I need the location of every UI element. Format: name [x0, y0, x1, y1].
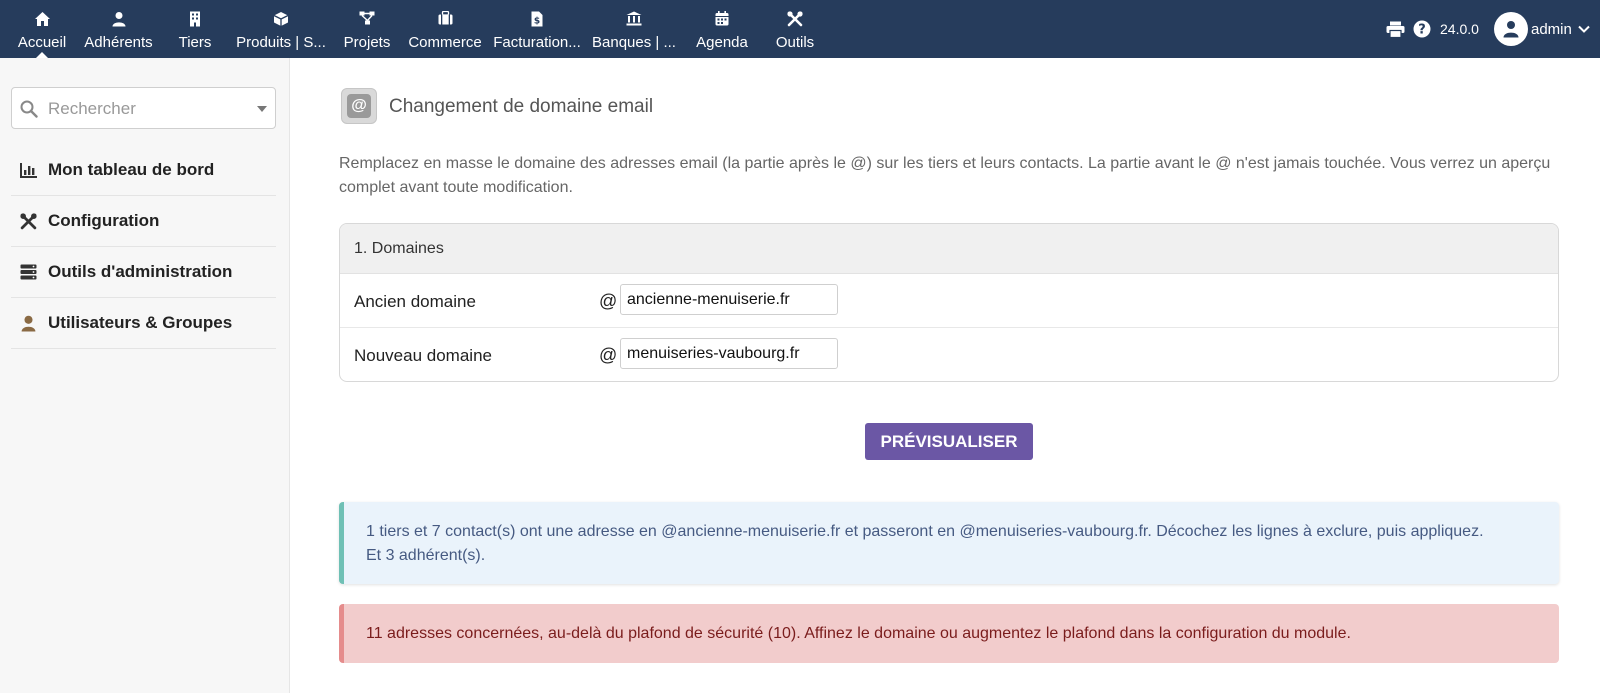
sitemap-icon [339, 11, 395, 27]
old-domain-row: Ancien domaine @ [340, 274, 1558, 328]
danger-alert-text: 11 adresses concernées, au-delà du plafo… [366, 625, 1351, 642]
calendar-icon [693, 11, 751, 27]
dropdown-arrow-icon[interactable] [257, 106, 267, 112]
sidebar-item-configuration[interactable]: Configuration [11, 196, 276, 247]
info-alert-line-2: Et 3 adhérent(s). [366, 547, 486, 564]
info-alert-text: 1 tiers et 7 contact(s) ont une adresse … [366, 520, 1546, 568]
server-icon [19, 263, 37, 281]
intro-text: Remplacez en masse le domaine des adress… [339, 155, 1551, 196]
search-placeholder: Rechercher [48, 99, 136, 118]
sidebar-item-label: Outils d'administration [48, 262, 233, 281]
sidebar: Rechercher Mon tableau de bord Configura… [0, 58, 290, 693]
nav-item-agenda[interactable]: Agenda [693, 0, 751, 58]
page-title: Changement de domaine email [389, 96, 654, 117]
bank-icon [590, 11, 678, 27]
sidebar-item-label: Mon tableau de bord [48, 160, 215, 179]
at-symbol: @ [599, 345, 618, 365]
info-alert: 1 tiers et 7 contact(s) ont une adresse … [339, 502, 1559, 584]
search-icon [20, 100, 38, 123]
old-domain-input[interactable] [620, 284, 838, 315]
sidebar-item-tableau-de-bord[interactable]: Mon tableau de bord [11, 145, 276, 196]
topbar-right: ? 24.0.0 admin [1380, 0, 1600, 58]
home-icon [12, 11, 72, 27]
nav-label: Facturation... [493, 34, 581, 51]
cube-icon [236, 11, 326, 27]
sidebar-item-utilisateurs-groupes[interactable]: Utilisateurs & Groupes [11, 298, 276, 349]
user-icon [19, 314, 37, 332]
nav-item-tiers[interactable]: Tiers [169, 0, 221, 58]
help-icon[interactable]: ? [1413, 0, 1431, 58]
version-label: 24.0.0 [1440, 21, 1479, 37]
main-content: @ Changement de domaine email Remplacez … [291, 58, 1600, 693]
user-avatar[interactable] [1494, 0, 1528, 58]
new-domain-label: Nouveau domaine [354, 346, 492, 365]
user-name[interactable]: admin [1531, 0, 1572, 58]
nav-label: Produits | S... [236, 34, 326, 51]
nav-label: Accueil [17, 34, 67, 51]
nav-label: Banques | ... [592, 34, 676, 51]
nav-label: Commerce [408, 34, 482, 51]
panel-heading: 1. Domaines [354, 240, 444, 257]
user-icon [80, 11, 157, 27]
preview-button[interactable]: PRÉVISUALISER [865, 423, 1033, 460]
sidebar-menu: Mon tableau de bord Configuration Outils… [11, 145, 276, 349]
domains-panel: 1. Domaines Ancien domaine @ Nouveau dom… [339, 223, 1559, 382]
info-alert-line-1: 1 tiers et 7 contact(s) ont une adresse … [366, 523, 1484, 540]
new-domain-row: Nouveau domaine @ [340, 328, 1558, 381]
briefcase-icon [406, 11, 484, 27]
building-icon [169, 11, 221, 27]
at-symbol: @ [599, 291, 618, 311]
nav-label: Agenda [696, 34, 748, 51]
nav-label: Adhérents [84, 34, 153, 51]
new-domain-input[interactable] [620, 338, 838, 369]
nav-item-facturation[interactable]: $ Facturation... [492, 0, 582, 58]
top-navbar: Accueil Adhérents Tiers Produits | S... … [0, 0, 1600, 58]
sidebar-item-label: Utilisateurs & Groupes [48, 313, 233, 332]
sidebar-item-outils-administration[interactable]: Outils d'administration [11, 247, 276, 298]
old-domain-label: Ancien domaine [354, 292, 476, 311]
tools-icon [769, 11, 821, 27]
chart-icon [19, 161, 37, 179]
svg-text:$: $ [534, 17, 540, 27]
sidebar-item-label: Configuration [48, 211, 160, 230]
nav-label: Outils [775, 34, 815, 51]
nav-item-projets[interactable]: Projets [339, 0, 395, 58]
tools-icon [19, 212, 37, 230]
nav-label: Tiers [178, 34, 212, 51]
print-icon[interactable] [1386, 0, 1405, 58]
panel-header: 1. Domaines [340, 224, 1558, 274]
nav-label: Projets [343, 34, 391, 51]
email-module-icon: @ [341, 88, 377, 124]
avatar-icon [1494, 12, 1528, 46]
nav-item-produits[interactable]: Produits | S... [236, 0, 326, 58]
invoice-icon: $ [492, 11, 582, 27]
nav-item-adherents[interactable]: Adhérents [80, 0, 157, 58]
nav-item-banques[interactable]: Banques | ... [590, 0, 678, 58]
at-sign-icon: @ [347, 94, 371, 118]
nav-item-commerce[interactable]: Commerce [406, 0, 484, 58]
chevron-down-icon[interactable] [1578, 0, 1590, 58]
sidebar-search[interactable]: Rechercher [11, 87, 276, 129]
danger-alert: 11 adresses concernées, au-delà du plafo… [339, 604, 1559, 663]
nav-item-accueil[interactable]: Accueil [12, 0, 72, 58]
svg-text:?: ? [1418, 23, 1426, 38]
nav-item-outils[interactable]: Outils [769, 0, 821, 58]
